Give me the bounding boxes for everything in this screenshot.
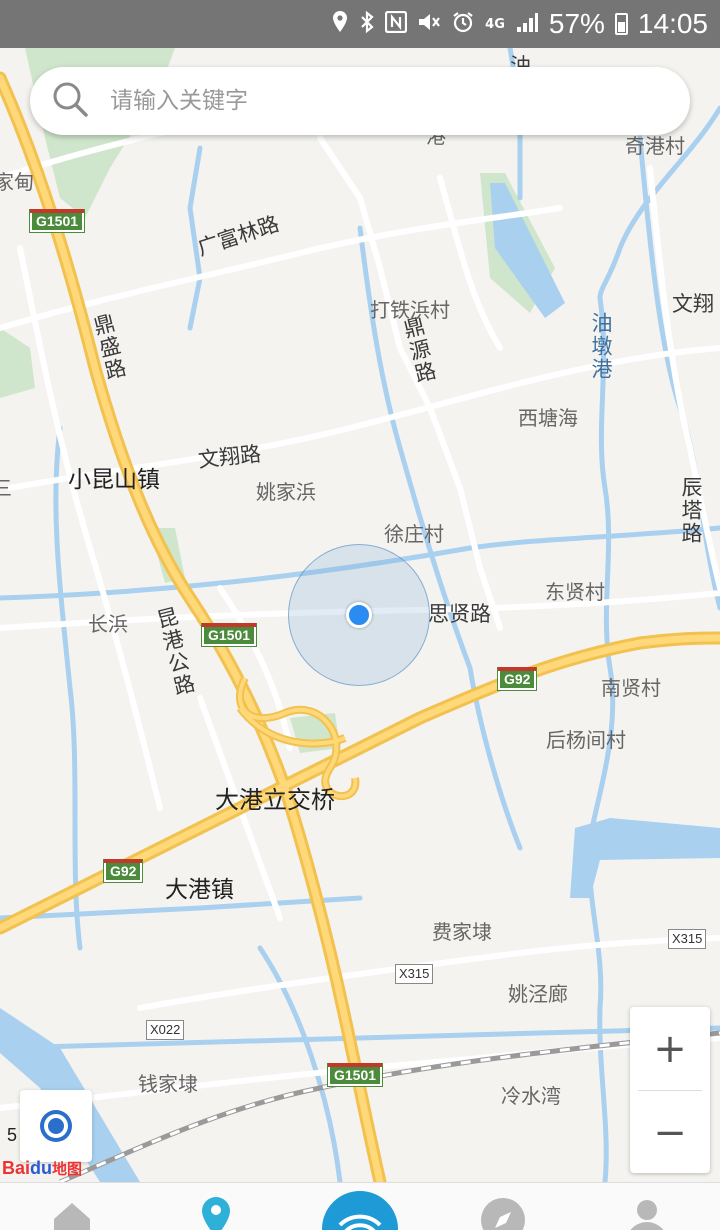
bottom-navigation — [0, 1182, 720, 1230]
place-label: 西塘海 — [518, 406, 578, 430]
compass-icon[interactable] — [480, 1197, 526, 1230]
county-road-shield: X022 — [146, 1020, 185, 1040]
highway-shield: G92 — [496, 667, 538, 691]
nfc-icon — [385, 10, 408, 38]
profile-icon[interactable] — [624, 1197, 670, 1230]
search-icon[interactable] — [50, 79, 90, 123]
bluetooth-icon — [359, 10, 375, 39]
place-label: 姚泾廊 — [508, 982, 568, 1006]
baidu-map-logo: Baidu地图 — [2, 1158, 83, 1178]
map-pin-icon[interactable] — [198, 1195, 234, 1230]
place-label: 三 — [0, 476, 12, 500]
place-label: 东贤村 — [545, 580, 605, 604]
mute-icon — [417, 11, 441, 38]
alarm-icon — [451, 10, 475, 39]
place-label: 钱家埭 — [138, 1072, 198, 1096]
place-label: 后杨间村 — [546, 728, 626, 752]
zoom-out-button[interactable]: − — [630, 1091, 710, 1174]
locate-me-button[interactable] — [20, 1090, 92, 1162]
highway-shield: G1501 — [200, 623, 258, 647]
place-label: 费家埭 — [432, 920, 492, 944]
search-bar[interactable] — [30, 67, 690, 135]
zoom-control: + − — [630, 1007, 710, 1173]
place-label: 南贤村 — [601, 676, 661, 700]
status-bar: 4G 57% 14:05 — [0, 0, 720, 48]
locate-icon — [40, 1110, 72, 1142]
clock-time: 14:05 — [637, 8, 708, 39]
road-label: 文翔 — [672, 292, 714, 316]
county-road-shield: X315 — [395, 964, 434, 984]
scale-label: 5 — [7, 1125, 18, 1145]
place-label: 家甸 — [0, 170, 34, 194]
location-icon — [331, 10, 349, 39]
highway-shield: G1501 — [28, 209, 86, 233]
water-label: 油墩港 — [589, 312, 613, 381]
home-icon[interactable] — [50, 1199, 94, 1230]
town-label: 大港镇 — [165, 877, 234, 903]
town-label: 小昆山镇 — [68, 467, 160, 493]
map-canvas[interactable]: 奇港村 打铁浜村 西塘海 小昆山镇 姚家浜 徐庄村 长浜 东贤村 南贤村 后杨间… — [0, 48, 720, 1182]
county-road-shield: X315 — [668, 929, 707, 949]
highway-shield: G1501 — [326, 1063, 384, 1087]
network-type: 4G — [485, 16, 505, 32]
search-input[interactable] — [110, 88, 630, 114]
current-location-marker[interactable] — [346, 602, 372, 628]
road-label: 辰塔路 — [679, 476, 703, 545]
wifi-icon[interactable] — [322, 1191, 398, 1230]
zoom-in-button[interactable]: + — [630, 1007, 710, 1090]
place-label: 冷水湾 — [501, 1084, 561, 1108]
signal-icon — [515, 11, 539, 38]
road-label: 思贤路 — [428, 602, 491, 626]
place-label: 姚家浜 — [256, 480, 316, 504]
landmark-label: 大港立交桥 — [215, 786, 335, 814]
place-label: 长浜 — [88, 612, 128, 636]
battery-percent: 57% — [548, 8, 605, 39]
battery-icon — [614, 13, 628, 35]
highway-shield: G92 — [102, 859, 144, 883]
place-label: 徐庄村 — [384, 522, 444, 546]
